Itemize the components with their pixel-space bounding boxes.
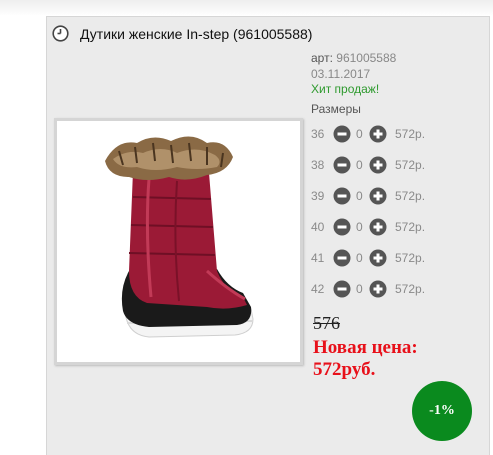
plus-icon[interactable] [369, 125, 387, 143]
clock-icon [52, 25, 69, 42]
minus-icon[interactable] [333, 249, 351, 267]
size-price: 572р. [395, 220, 426, 234]
minus-icon[interactable] [333, 187, 351, 205]
plus-icon[interactable] [369, 187, 387, 205]
size-number: 41 [311, 251, 325, 265]
new-price: Новая цена: 572руб. [313, 337, 418, 381]
product-date: 03.11.2017 [311, 67, 371, 81]
size-row: 36 0 572р. [311, 125, 441, 143]
article-number: арт: 961005588 [311, 51, 396, 65]
hit-badge: Хит продаж! [311, 82, 380, 96]
size-number: 38 [311, 158, 325, 172]
minus-icon[interactable] [333, 125, 351, 143]
size-quantity: 0 [356, 127, 363, 141]
top-shade [0, 0, 493, 16]
new-price-value: 572руб. [313, 359, 376, 380]
size-number: 40 [311, 220, 325, 234]
minus-icon[interactable] [333, 280, 351, 298]
size-number: 36 [311, 127, 325, 141]
article-value: 961005588 [336, 51, 397, 65]
sizes-label: Размеры [311, 102, 361, 116]
size-price: 572р. [395, 158, 426, 172]
size-number: 39 [311, 189, 325, 203]
discount-badge: -1% [412, 381, 472, 441]
size-quantity: 0 [356, 282, 363, 296]
plus-icon[interactable] [369, 249, 387, 267]
plus-icon[interactable] [369, 218, 387, 236]
product-title[interactable]: Дутики женские In-step (961005588) [80, 26, 312, 42]
minus-icon[interactable] [333, 218, 351, 236]
new-price-label: Новая цена: [313, 337, 418, 358]
product-photo[interactable] [54, 118, 303, 365]
old-price: 576 [313, 313, 340, 333]
size-row: 42 0 572р. [311, 280, 441, 298]
size-row: 40 0 572р. [311, 218, 441, 236]
size-price: 572р. [395, 189, 426, 203]
size-price: 572р. [395, 127, 426, 141]
article-label: арт: [311, 51, 333, 65]
size-quantity: 0 [356, 189, 363, 203]
size-quantity: 0 [356, 158, 363, 172]
minus-icon[interactable] [333, 156, 351, 174]
size-row: 41 0 572р. [311, 249, 441, 267]
boot-image [105, 136, 254, 338]
size-quantity: 0 [356, 220, 363, 234]
size-number: 42 [311, 282, 325, 296]
plus-icon[interactable] [369, 156, 387, 174]
size-price: 572р. [395, 251, 426, 265]
plus-icon[interactable] [369, 280, 387, 298]
size-row: 38 0 572р. [311, 156, 441, 174]
size-price: 572р. [395, 282, 426, 296]
size-quantity: 0 [356, 251, 363, 265]
size-row: 39 0 572р. [311, 187, 441, 205]
